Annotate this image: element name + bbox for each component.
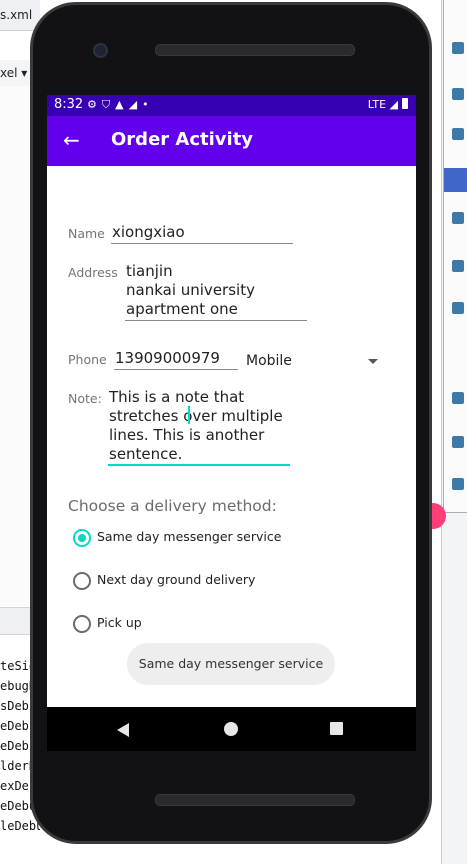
address-underline — [125, 320, 307, 321]
nav-home-icon[interactable] — [224, 722, 238, 736]
signal-icon: ◢ — [128, 98, 143, 111]
emulator-toolbar — [443, 0, 467, 513]
back-icon[interactable] — [452, 392, 464, 404]
zoom-icon[interactable] — [452, 302, 464, 314]
rotate-icon[interactable] — [444, 168, 467, 192]
address-line: apartment one — [126, 300, 238, 318]
power-icon[interactable] — [452, 42, 464, 54]
shield-icon: ⛉ — [101, 98, 116, 111]
phone-underline — [114, 369, 238, 370]
radio-label: Same day messenger service — [97, 529, 282, 544]
name-field[interactable]: xiongxiao — [112, 223, 185, 241]
ide-tab-label: s.xml — [0, 8, 33, 22]
ide-device-label: xel ▾ — [0, 66, 28, 80]
home-icon[interactable] — [452, 436, 464, 448]
phone-type-value: Mobile — [246, 353, 292, 369]
note-line: lines. This is another — [109, 426, 265, 444]
phone-field[interactable]: 13909000979 — [115, 349, 220, 367]
rotate-right-icon[interactable] — [452, 212, 464, 224]
status-time: 8:32 — [54, 97, 84, 112]
phone-label: Phone — [68, 352, 107, 367]
cell-signal-icon: ◢ — [389, 98, 398, 111]
note-underline — [108, 464, 290, 466]
name-label: Name — [68, 226, 105, 241]
note-line: This is a note that — [109, 388, 245, 406]
text-caret — [188, 406, 190, 424]
radio-checked-icon — [73, 529, 91, 547]
note-line: sentence. — [109, 445, 183, 463]
arrow-back-icon[interactable]: ← — [63, 128, 80, 152]
speaker-bottom — [155, 794, 355, 806]
address-line: tianjin — [126, 262, 173, 280]
radio-label: Next day ground delivery — [97, 572, 256, 587]
gear-icon: ⚙ — [87, 98, 102, 111]
note-line: stretches over multiple — [109, 407, 283, 425]
network-label: LTE — [367, 98, 387, 111]
a-icon: ▲ — [115, 98, 129, 111]
more-icon[interactable] — [452, 478, 464, 490]
nav-back-icon[interactable] — [117, 723, 129, 737]
address-label: Address — [68, 265, 118, 280]
volume-down-icon[interactable] — [452, 128, 464, 140]
dot-icon: • — [142, 98, 154, 111]
radio-label: Pick up — [97, 615, 142, 630]
name-underline — [111, 243, 293, 244]
address-line: nankai university — [126, 281, 255, 299]
dropdown-arrow-icon — [368, 359, 378, 364]
battery-icon — [402, 98, 408, 109]
speaker-top — [155, 44, 355, 56]
radio-unchecked-icon — [73, 615, 91, 633]
page-title: Order Activity — [111, 129, 254, 150]
status-right: LTE ◢ — [368, 98, 408, 111]
radio-unchecked-icon — [73, 572, 91, 590]
status-icons: ⚙⛉▲◢• — [87, 98, 154, 112]
system-nav-bar — [47, 707, 416, 751]
camera-icon — [93, 43, 108, 58]
delivery-title: Choose a delivery method: — [68, 497, 277, 515]
toast-message: Same day messenger service — [127, 643, 335, 685]
nav-recents-icon[interactable] — [330, 722, 343, 735]
volume-up-icon[interactable] — [452, 88, 464, 100]
device-screen: 8:32 ⚙⛉▲◢• LTE ◢ ← Order Activity Name x… — [47, 95, 416, 707]
app-bar: ← Order Activity — [47, 116, 416, 166]
console-line: leDebu — [0, 819, 40, 833]
status-bar: 8:32 ⚙⛉▲◢• LTE ◢ — [47, 95, 416, 116]
camera-icon[interactable] — [452, 260, 464, 272]
note-label: Note: — [68, 391, 102, 406]
